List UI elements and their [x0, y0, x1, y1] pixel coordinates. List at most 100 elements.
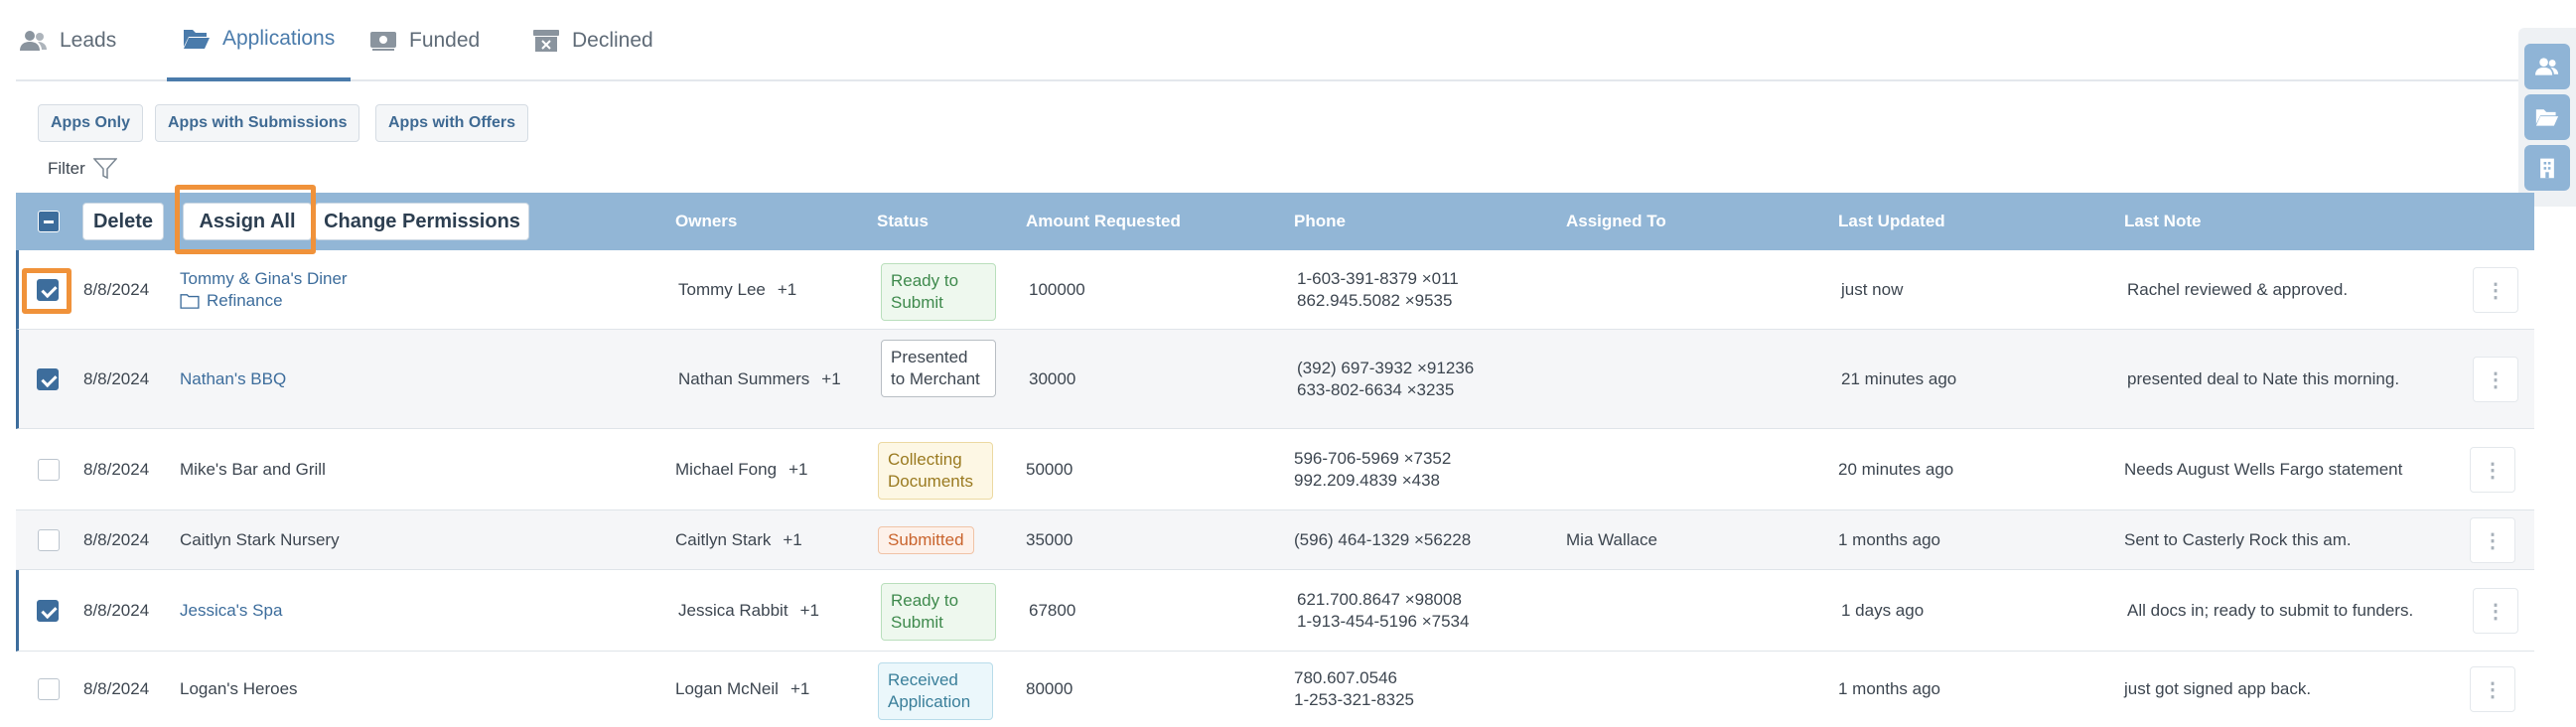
owner-name[interactable]: Tommy Lee: [678, 280, 766, 300]
phone-secondary[interactable]: 1-253-321-8325: [1294, 689, 1414, 711]
owner-name[interactable]: Caitlyn Stark: [675, 530, 771, 550]
col-last-updated[interactable]: Last Updated: [1838, 193, 1945, 250]
row-owner: Tommy Lee +1: [678, 250, 796, 329]
owner-extra-count[interactable]: +1: [800, 601, 819, 621]
phone-secondary[interactable]: 633-802-6634 ×3235: [1297, 379, 1454, 401]
phone-secondary[interactable]: 992.209.4839 ×438: [1294, 470, 1440, 492]
row-date: 8/8/2024: [83, 679, 150, 698]
tab-funded[interactable]: Funded: [369, 0, 480, 81]
phone-primary[interactable]: (596) 464-1329 ×56228: [1294, 510, 1471, 569]
phone-primary[interactable]: 621.700.8647 ×98008: [1297, 589, 1462, 611]
row-amount: 67800: [1029, 600, 1076, 620]
col-owners[interactable]: Owners: [675, 193, 737, 250]
col-status[interactable]: Status: [877, 193, 929, 250]
table-row[interactable]: 8/8/2024 Tommy & Gina's Diner Refinance …: [16, 250, 2534, 330]
owner-extra-count[interactable]: +1: [788, 460, 807, 480]
row-phone: 621.700.8647 ×98008 1-913-454-5196 ×7534: [1297, 570, 1469, 651]
change-permissions-button[interactable]: Change Permissions: [315, 203, 529, 240]
owner-name[interactable]: Nathan Summers: [678, 369, 809, 389]
select-all-checkbox[interactable]: [38, 211, 60, 232]
table-row[interactable]: 8/8/2024 Caitlyn Stark Nursery Caitlyn S…: [16, 510, 2534, 570]
application-type[interactable]: Refinance: [180, 290, 283, 312]
table-row[interactable]: 8/8/2024 Logan's Heroes Logan McNeil +1 R…: [16, 652, 2534, 727]
row-amount: 80000: [1026, 679, 1073, 698]
tab-applications-label: Applications: [222, 27, 336, 50]
owner-name[interactable]: Michael Fong: [675, 460, 777, 480]
owner-extra-count[interactable]: +1: [790, 679, 809, 699]
row-actions-button[interactable]: ⋮: [2470, 666, 2515, 712]
row-amount: 35000: [1026, 529, 1073, 549]
phone-primary[interactable]: 596-706-5969 ×7352: [1294, 448, 1451, 470]
delete-button[interactable]: Delete: [82, 203, 164, 240]
row-actions-button[interactable]: ⋮: [2470, 517, 2515, 563]
business-link[interactable]: Mike's Bar and Grill: [180, 429, 326, 509]
row-checkbox[interactable]: [38, 529, 60, 551]
table-row[interactable]: 8/8/2024 Mike's Bar and Grill Michael Fo…: [16, 429, 2534, 510]
row-actions-button[interactable]: ⋮: [2473, 267, 2518, 313]
filter-label: Filter: [48, 159, 85, 178]
tab-bar: Leads Applications Funded Declined: [16, 0, 2536, 81]
assign-all-button[interactable]: Assign All: [183, 203, 312, 240]
phone-primary[interactable]: 1-603-391-8379 ×011: [1297, 268, 1459, 290]
row-owner: Caitlyn Stark +1: [675, 510, 802, 569]
row-checkbox[interactable]: [37, 279, 59, 301]
row-last-updated: 1 months ago: [1838, 529, 1941, 549]
table-header: Delete Assign All Change Permissions Own…: [16, 193, 2534, 250]
col-last-note[interactable]: Last Note: [2124, 193, 2201, 250]
building-icon: [2540, 158, 2554, 179]
owner-extra-count[interactable]: +1: [783, 530, 801, 550]
phone-primary[interactable]: 780.607.0546: [1294, 667, 1397, 689]
archive-x-icon: [533, 30, 559, 52]
row-phone: 596-706-5969 ×7352 992.209.4839 ×438: [1294, 429, 1451, 509]
apps-with-submissions-filter[interactable]: Apps with Submissions: [155, 104, 360, 142]
apps-only-filter[interactable]: Apps Only: [38, 104, 144, 142]
apps-with-offers-filter[interactable]: Apps with Offers: [375, 104, 529, 142]
row-date: 8/8/2024: [83, 459, 150, 479]
row-actions-button[interactable]: ⋮: [2473, 357, 2518, 402]
business-link[interactable]: Tommy & Gina's Diner: [180, 268, 348, 290]
row-checkbox[interactable]: [38, 678, 60, 700]
business-link[interactable]: Nathan's BBQ: [180, 330, 286, 428]
row-checkbox[interactable]: [37, 368, 59, 390]
business-link[interactable]: Caitlyn Stark Nursery: [180, 510, 340, 569]
tab-declined[interactable]: Declined: [532, 0, 653, 81]
phone-secondary[interactable]: 1-913-454-5196 ×7534: [1297, 611, 1469, 633]
owner-extra-count[interactable]: +1: [821, 369, 840, 389]
owner-name[interactable]: Logan McNeil: [675, 679, 779, 699]
phone-secondary[interactable]: 862.945.5082 ×9535: [1297, 290, 1452, 312]
status-badge: Collecting Documents: [878, 442, 993, 500]
tab-leads[interactable]: Leads: [20, 0, 116, 81]
tab-applications[interactable]: Applications: [167, 0, 352, 81]
business-link[interactable]: Logan's Heroes: [180, 652, 298, 727]
quick-nav-panel: [2518, 28, 2576, 207]
business-link[interactable]: Jessica's Spa: [180, 570, 282, 651]
row-date: 8/8/2024: [83, 529, 150, 549]
row-checkbox[interactable]: [37, 600, 59, 622]
row-checkbox[interactable]: [38, 459, 60, 481]
quick-building-button[interactable]: [2524, 145, 2570, 191]
row-last-note: Needs August Wells Fargo statement: [2124, 459, 2403, 479]
row-actions-button[interactable]: ⋮: [2470, 447, 2515, 493]
col-amount-requested[interactable]: Amount Requested: [1026, 193, 1181, 250]
folder-icon: [180, 293, 200, 309]
row-owner: Logan McNeil +1: [675, 652, 809, 727]
row-actions-button[interactable]: ⋮: [2473, 588, 2518, 634]
row-last-note: presented deal to Nate this morning.: [2127, 368, 2400, 388]
row-business-cell: Tommy & Gina's Diner Refinance: [180, 250, 348, 329]
quick-leads-button[interactable]: [2524, 44, 2570, 89]
table-row[interactable]: 8/8/2024 Nathan's BBQ Nathan Summers +1 P…: [16, 330, 2534, 429]
row-last-updated: 20 minutes ago: [1838, 459, 1954, 479]
filter-toggle[interactable]: Filter: [48, 158, 117, 180]
phone-primary[interactable]: (392) 697-3932 ×91236: [1297, 358, 1474, 379]
col-assigned-to[interactable]: Assigned To: [1566, 193, 1666, 250]
col-phone[interactable]: Phone: [1294, 193, 1346, 250]
owner-name[interactable]: Jessica Rabbit: [678, 601, 788, 621]
row-amount: 50000: [1026, 459, 1073, 479]
application-type-label: Refinance: [207, 290, 283, 310]
row-phone: (392) 697-3932 ×91236 633-802-6634 ×3235: [1297, 330, 1474, 428]
quick-applications-button[interactable]: [2524, 94, 2570, 140]
status-badge: Presented to Merchant: [881, 340, 996, 397]
table-row[interactable]: 8/8/2024 Jessica's Spa Jessica Rabbit +1 …: [16, 570, 2534, 652]
owner-extra-count[interactable]: +1: [778, 280, 796, 300]
users-icon: [2535, 58, 2559, 75]
